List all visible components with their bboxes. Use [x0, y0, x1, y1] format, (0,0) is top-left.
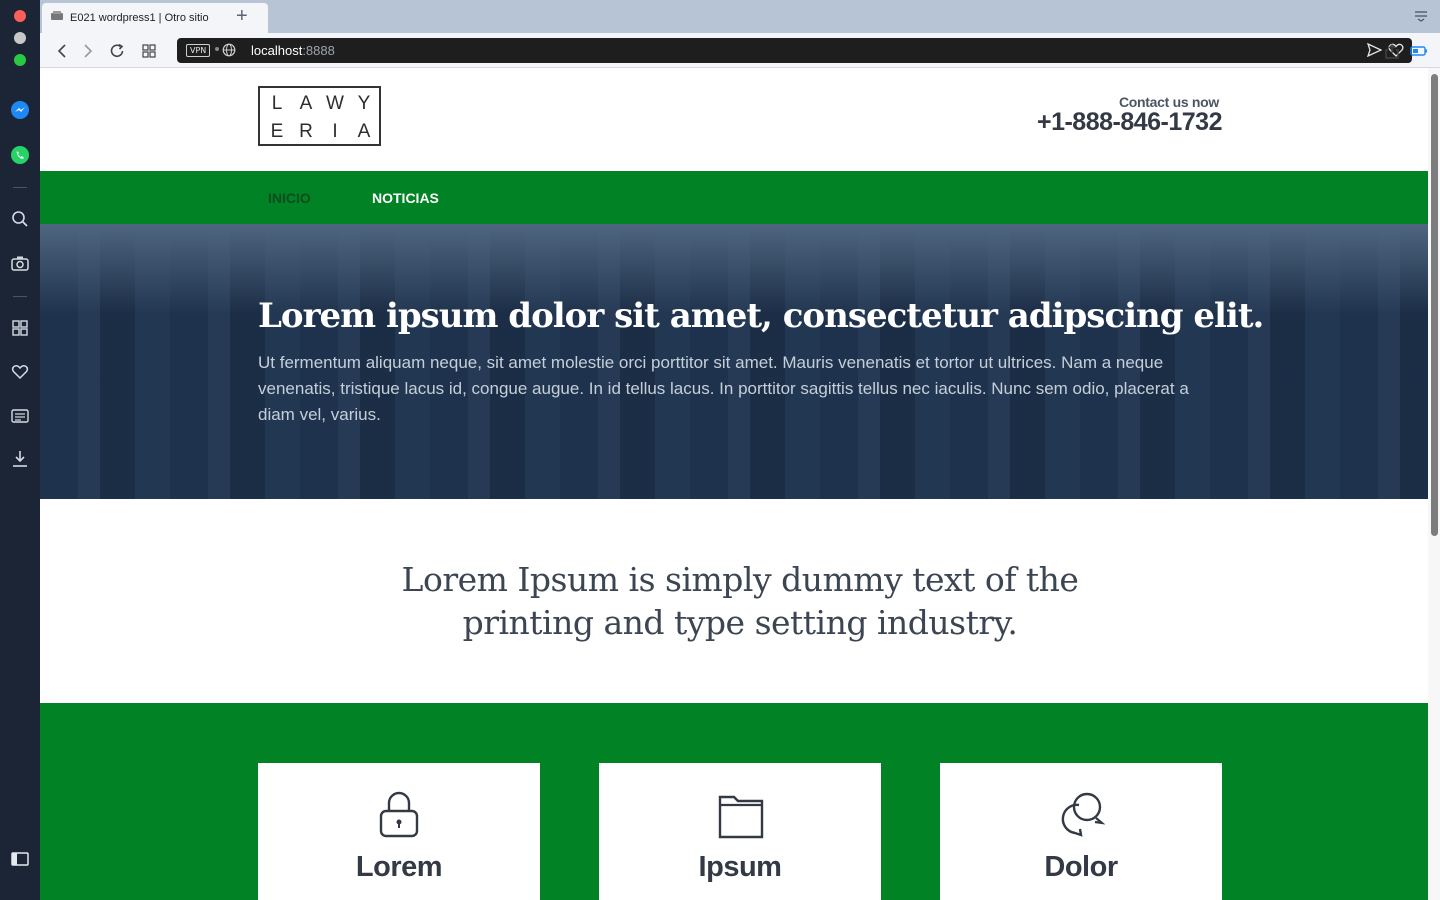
- feature-title: Ipsum: [698, 851, 782, 883]
- vpn-badge[interactable]: VPN: [186, 44, 211, 57]
- heart-icon[interactable]: [9, 361, 31, 383]
- url-host: localhost: [251, 43, 303, 58]
- web-page: L A W Y E R I A Contact us now +1-888-84…: [40, 68, 1440, 900]
- send-icon[interactable]: [1366, 42, 1383, 62]
- feature-title: Dolor: [1044, 851, 1118, 883]
- features-section: Lorem Ipsum Dolor: [40, 703, 1428, 900]
- toggle-sidebar-icon[interactable]: [9, 848, 31, 870]
- sidebar-divider: [13, 296, 27, 297]
- hero-text: Ut fermentum aliquam neque, sit amet mol…: [258, 353, 1189, 424]
- page-scrollbar[interactable]: [1428, 68, 1440, 900]
- forward-icon[interactable]: [78, 41, 98, 61]
- hero-section: Lorem ipsum dolor sit amet, consectetur …: [40, 224, 1428, 499]
- feature-card-dolor[interactable]: Dolor: [940, 763, 1222, 900]
- tab-strip: E021 wordpress1 | Otro sitio +: [40, 0, 1440, 33]
- browser-toolbar: VPN localhost:8888: [40, 33, 1440, 68]
- intro-heading: Lorem Ipsum is simply dummy text of the …: [401, 560, 1079, 642]
- minimize-window-button[interactable]: [14, 32, 26, 44]
- share-icon[interactable]: [1382, 41, 1402, 61]
- site-favicon-icon: [50, 9, 64, 27]
- new-tab-button[interactable]: +: [236, 6, 248, 26]
- browser-tab[interactable]: E021 wordpress1 | Otro sitio: [42, 3, 268, 33]
- browser-sidebar: [0, 0, 40, 900]
- camera-icon[interactable]: [9, 252, 31, 274]
- logo-letter: A: [299, 93, 313, 114]
- contact-phone[interactable]: +1-888-846-1732: [1037, 108, 1223, 137]
- whatsapp-icon[interactable]: [9, 144, 31, 166]
- chat-bubbles-icon: [1059, 791, 1106, 839]
- back-icon[interactable]: [52, 41, 72, 61]
- logo-letter: A: [357, 121, 371, 142]
- reload-icon[interactable]: [107, 41, 127, 61]
- logo-letter: W: [326, 93, 344, 114]
- nav-item-inicio[interactable]: INICIO: [268, 190, 311, 206]
- zoom-window-button[interactable]: [14, 54, 26, 66]
- tab-menu-icon[interactable]: [1414, 9, 1428, 27]
- news-icon[interactable]: [9, 405, 31, 427]
- tabs-grid-icon[interactable]: [139, 41, 159, 61]
- nav-item-noticias[interactable]: NOTICIAS: [372, 190, 439, 206]
- logo-letter: L: [271, 93, 283, 114]
- scrollbar-thumb[interactable]: [1431, 74, 1438, 536]
- lock-icon: [377, 791, 421, 839]
- url-text[interactable]: localhost:8888: [251, 43, 335, 58]
- feature-card-ipsum[interactable]: Ipsum: [599, 763, 881, 900]
- speed-dial-icon[interactable]: [9, 317, 31, 339]
- url-port: :8888: [302, 43, 335, 58]
- logo-letter: R: [299, 121, 313, 142]
- tab-title: E021 wordpress1 | Otro sitio: [70, 12, 209, 24]
- logo-letter: E: [270, 121, 284, 142]
- close-window-button[interactable]: [14, 10, 26, 22]
- globe-icon[interactable]: [222, 43, 236, 62]
- search-icon[interactable]: [9, 208, 31, 230]
- folder-icon: [718, 791, 764, 839]
- logo-letter: Y: [357, 93, 371, 114]
- logo-letter: I: [332, 121, 338, 142]
- feature-card-lorem[interactable]: Lorem: [258, 763, 540, 900]
- download-icon[interactable]: [9, 448, 31, 470]
- hero-title: Lorem ipsum dolor sit amet, consectetur …: [258, 296, 1264, 336]
- address-bar[interactable]: VPN localhost:8888: [177, 38, 1412, 63]
- messenger-icon[interactable]: [9, 99, 31, 121]
- site-logo[interactable]: L A W Y E R I A: [258, 86, 381, 146]
- feature-title: Lorem: [355, 851, 443, 883]
- vpn-status-dot: [215, 47, 219, 51]
- battery-saver-icon[interactable]: [1409, 41, 1429, 61]
- sidebar-divider: [13, 187, 27, 188]
- logo-row-bottom: E R I A: [268, 121, 373, 143]
- logo-row-top: L A W Y: [268, 93, 373, 115]
- main-navigation: INICIO NOTICIAS: [40, 171, 1428, 224]
